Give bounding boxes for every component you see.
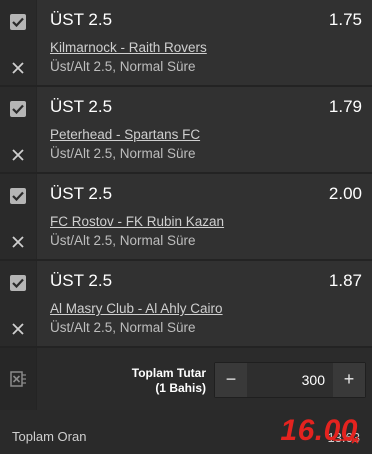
bet-market: Üst/Alt 2.5, Normal Süre bbox=[50, 233, 196, 248]
bet-selection: ÜST 2.5 bbox=[50, 271, 113, 290]
bet-market: Üst/Alt 2.5, Normal Süre bbox=[50, 320, 196, 335]
bet-gutter bbox=[0, 0, 37, 85]
bet-gutter bbox=[0, 261, 37, 346]
bet-odd: 1.79 bbox=[328, 97, 362, 116]
bet-selection: ÜST 2.5 bbox=[50, 97, 113, 116]
bet-odd: 1.75 bbox=[328, 10, 362, 29]
stake-row: Toplam Tutar (1 Bahis) − + bbox=[0, 348, 372, 411]
match-link[interactable]: FC Rostov - FK Rubin Kazan bbox=[50, 214, 224, 229]
excel-clear-icon[interactable] bbox=[10, 370, 28, 388]
strikethrough-icon bbox=[333, 436, 359, 444]
stake-label-title: Toplam Tutar bbox=[131, 366, 206, 380]
total-odds-row: Toplam Oran 13.63 16.00 bbox=[0, 410, 372, 454]
stake-amount-input[interactable] bbox=[247, 363, 333, 397]
stake-stepper: − + bbox=[214, 362, 366, 398]
remove-bet-icon[interactable] bbox=[12, 236, 24, 248]
checkbox-checked-icon[interactable] bbox=[10, 101, 26, 117]
bet-gutter bbox=[0, 174, 37, 259]
stake-label-count: (1 Bahis) bbox=[155, 381, 206, 395]
checkbox-checked-icon[interactable] bbox=[10, 14, 26, 30]
remove-bet-icon[interactable] bbox=[12, 62, 24, 74]
remove-bet-icon[interactable] bbox=[12, 323, 24, 335]
checkbox-checked-icon[interactable] bbox=[10, 188, 26, 204]
bet-item: ÜST 2.5 1.87 Al Masry Club - Al Ahly Cai… bbox=[0, 261, 372, 348]
bet-item: ÜST 2.5 2.00 FC Rostov - FK Rubin Kazan … bbox=[0, 174, 372, 261]
increase-stake-button[interactable]: + bbox=[333, 363, 365, 397]
checkbox-checked-icon[interactable] bbox=[10, 275, 26, 291]
bet-slip: ÜST 2.5 1.75 Kilmarnock - Raith Rovers Ü… bbox=[0, 0, 372, 454]
match-link[interactable]: Kilmarnock - Raith Rovers bbox=[50, 40, 207, 55]
stake-gutter bbox=[0, 348, 37, 410]
bet-selection: ÜST 2.5 bbox=[50, 184, 113, 203]
remove-bet-icon[interactable] bbox=[12, 149, 24, 161]
bet-item: ÜST 2.5 1.79 Peterhead - Spartans FC Üst… bbox=[0, 87, 372, 174]
total-odds-label: Toplam Oran bbox=[12, 429, 87, 444]
stake-label: Toplam Tutar (1 Bahis) bbox=[120, 366, 206, 396]
bet-odd: 1.87 bbox=[328, 271, 362, 290]
match-link[interactable]: Al Masry Club - Al Ahly Cairo bbox=[50, 301, 223, 316]
bet-market: Üst/Alt 2.5, Normal Süre bbox=[50, 146, 196, 161]
bet-gutter bbox=[0, 87, 37, 172]
bet-market: Üst/Alt 2.5, Normal Süre bbox=[50, 59, 196, 74]
match-link[interactable]: Peterhead - Spartans FC bbox=[50, 127, 200, 142]
bet-selection: ÜST 2.5 bbox=[50, 10, 113, 29]
bet-odd: 2.00 bbox=[328, 184, 362, 203]
total-odds: 13.63 16.00 bbox=[234, 414, 364, 452]
bet-item: ÜST 2.5 1.75 Kilmarnock - Raith Rovers Ü… bbox=[0, 0, 372, 87]
decrease-stake-button[interactable]: − bbox=[215, 363, 247, 397]
